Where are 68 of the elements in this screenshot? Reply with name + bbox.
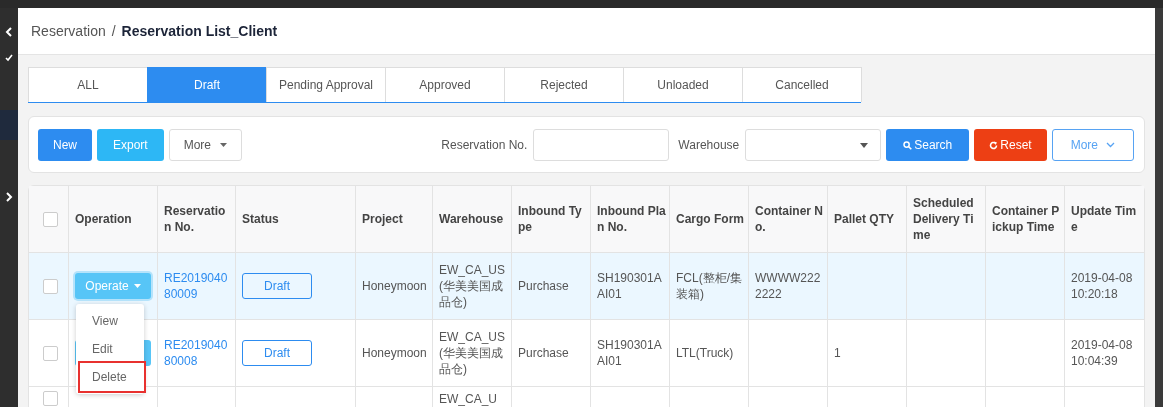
table-cell: 1 bbox=[834, 345, 841, 361]
column-header: Scheduled Delivery Time bbox=[913, 195, 975, 243]
table-cell-text: 2019-04-08 10:20:18 bbox=[1071, 270, 1134, 302]
status-tab[interactable]: Unloaded bbox=[623, 67, 743, 102]
reservation-number-link[interactable]: RE201904080009 bbox=[164, 270, 232, 302]
column-header: Pallet QTY bbox=[834, 211, 895, 227]
select-all-checkbox[interactable] bbox=[42, 211, 58, 227]
table-cell: LTL(Truck) bbox=[676, 345, 734, 361]
status-tab[interactable]: Pending Approval bbox=[266, 67, 386, 102]
table-cell: Purchase bbox=[518, 278, 569, 294]
status-tab[interactable]: Approved bbox=[385, 67, 505, 102]
status-tab[interactable]: ALL bbox=[28, 67, 148, 102]
table-cell-text: FCL(整柜/集装箱) bbox=[676, 270, 743, 302]
checkbox[interactable] bbox=[42, 391, 58, 406]
table-cell-text: SH190301AAI01 bbox=[597, 337, 663, 369]
warehouse-select[interactable] bbox=[745, 129, 882, 161]
menu-item[interactable]: View bbox=[76, 307, 144, 335]
column-header: Inbound Type bbox=[518, 203, 583, 235]
status-tag: Draft bbox=[242, 340, 312, 366]
reservation-number-link[interactable]: RE201904080008 bbox=[164, 337, 232, 369]
column-header: Container No. bbox=[755, 203, 824, 235]
breadcrumb-separator: / bbox=[111, 23, 116, 39]
search-icon bbox=[903, 140, 913, 150]
column-header: Inbound Plan No. bbox=[597, 203, 666, 235]
field-label: Warehouse bbox=[678, 138, 740, 152]
column-header: Operation bbox=[75, 211, 132, 227]
column-header: Reservation No. bbox=[164, 203, 227, 235]
sidebar-active-item[interactable] bbox=[0, 110, 18, 140]
table-cell-text: EW_CA_US(华美美国成品仓) bbox=[439, 329, 507, 377]
table-cell: Honeymoon bbox=[362, 278, 427, 294]
chevron-right-icon[interactable] bbox=[5, 192, 13, 202]
chevron-left-icon[interactable] bbox=[5, 27, 13, 37]
column-header: Update Time bbox=[1071, 203, 1138, 235]
table-cell-text: SH190301AAI01 bbox=[597, 270, 663, 302]
table-cell: Purchase bbox=[518, 345, 569, 361]
status-tab[interactable]: Draft bbox=[147, 67, 267, 102]
new-button[interactable]: New bbox=[38, 129, 92, 161]
menu-item[interactable]: Delete bbox=[76, 363, 144, 391]
column-header: Warehouse bbox=[439, 211, 504, 227]
caret-icon bbox=[860, 142, 869, 148]
reservation-no-field[interactable] bbox=[533, 129, 670, 161]
breadcrumb-link[interactable]: Reservation bbox=[31, 23, 106, 39]
field-label: Reservation No. bbox=[441, 138, 528, 152]
status-tab[interactable]: Rejected bbox=[504, 67, 624, 102]
checkbox[interactable] bbox=[42, 278, 58, 294]
status-tab[interactable]: Cancelled bbox=[742, 67, 862, 102]
column-header: Project bbox=[362, 211, 403, 227]
refresh-icon bbox=[989, 140, 999, 150]
column-header: Status bbox=[242, 211, 279, 227]
table-cell: Honeymoon bbox=[362, 345, 427, 361]
caret-icon bbox=[220, 143, 228, 147]
status-tag: Draft bbox=[242, 273, 312, 299]
menu-item[interactable]: Edit bbox=[76, 335, 144, 363]
table-cell-text: 2019-04-08 10:04:39 bbox=[1071, 337, 1134, 369]
more-button[interactable]: More bbox=[168, 129, 243, 161]
table-cell: EW_CA_U bbox=[439, 391, 497, 407]
reset-button[interactable]: Reset bbox=[974, 129, 1047, 161]
table-cell-text: EW_CA_US(华美美国成品仓) bbox=[439, 262, 507, 310]
search-button[interactable]: Search bbox=[886, 129, 970, 161]
table-cell-text: WWWW2222222 bbox=[755, 270, 822, 302]
caret-icon bbox=[133, 284, 141, 288]
check-icon[interactable] bbox=[5, 54, 13, 62]
checkbox[interactable] bbox=[42, 345, 58, 361]
page-title: Reservation List_Client bbox=[121, 23, 278, 39]
chevron-down-icon bbox=[1106, 142, 1115, 148]
column-header: Cargo Form bbox=[676, 211, 744, 227]
scrollbar[interactable] bbox=[1155, 8, 1163, 407]
column-header: Container Pickup Time bbox=[992, 203, 1061, 235]
